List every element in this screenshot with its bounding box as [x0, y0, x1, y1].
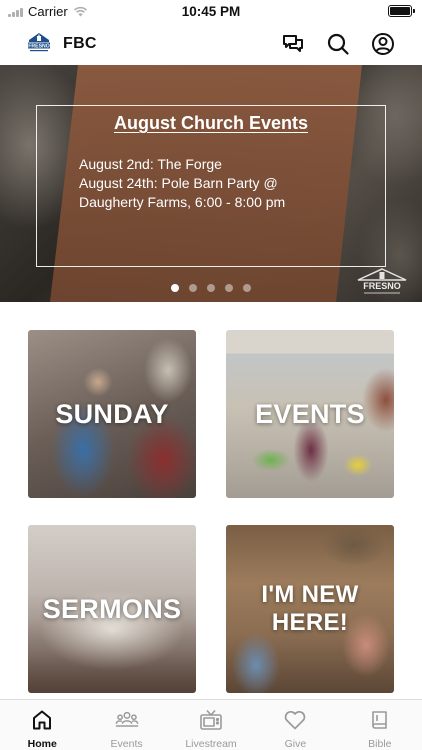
tab-events[interactable]: Events [84, 700, 168, 750]
chat-icon[interactable] [280, 31, 306, 57]
sermons-tile-label: SERMONS [42, 593, 182, 624]
carousel-dot[interactable] [243, 284, 251, 292]
tab-label: Home [27, 738, 57, 750]
tab-livestream[interactable]: Livestream [169, 700, 253, 750]
sunday-tile[interactable]: SUNDAY [28, 330, 196, 498]
carousel-dot[interactable] [207, 284, 215, 292]
account-icon[interactable] [370, 31, 396, 57]
battery-icon [388, 5, 415, 17]
status-bar: Carrier 10:45 PM [0, 0, 422, 24]
sunday-tile-label: SUNDAY [55, 398, 169, 429]
search-icon[interactable] [325, 31, 351, 57]
church-logo[interactable]: FRESNO [28, 32, 50, 54]
hero-line: August 2nd: The Forge [79, 156, 222, 172]
im-new-here-tile[interactable]: I'M NEW HERE! [226, 525, 394, 693]
tab-give[interactable]: Give [253, 700, 337, 750]
logo-wordmark: FRESNO [28, 44, 50, 50]
tv-icon [199, 708, 223, 732]
hero-title[interactable]: August Church Events [36, 113, 386, 134]
carousel-dot[interactable] [225, 284, 233, 292]
tab-label: Give [284, 738, 307, 750]
carousel-dots [0, 284, 422, 292]
events-tile[interactable]: EVENTS [226, 330, 394, 498]
tab-label: Livestream [185, 738, 237, 750]
book-icon [368, 708, 392, 732]
people-icon [115, 708, 139, 732]
tab-bar: Home Events Livestream Give Bible [0, 699, 422, 750]
sermons-tile[interactable]: SERMONS [28, 525, 196, 693]
app-header: FRESNO FBC [0, 24, 422, 64]
tab-label: Events [110, 738, 143, 750]
hero-carousel[interactable]: August Church Events August 2nd: The For… [0, 65, 422, 302]
im-new-here-tile-label: I'M NEW HERE! [261, 581, 359, 636]
clock: 10:45 PM [181, 4, 241, 19]
home-icon [30, 708, 54, 732]
hero-line: August 24th: Pole Barn Party @ [79, 175, 278, 191]
tab-label: Bible [368, 738, 392, 750]
app-title: FBC [63, 35, 97, 52]
hero-line: Daugherty Farms, 6:00 - 8:00 pm [79, 194, 286, 210]
events-tile-label: EVENTS [255, 398, 365, 429]
tab-bible[interactable]: Bible [338, 700, 422, 750]
tab-home[interactable]: Home [0, 700, 84, 750]
carousel-dot[interactable] [171, 284, 179, 292]
carousel-dot[interactable] [189, 284, 197, 292]
hero-event-list: August 2nd: The Forge August 24th: Pole … [79, 155, 379, 212]
heart-icon [283, 708, 307, 732]
